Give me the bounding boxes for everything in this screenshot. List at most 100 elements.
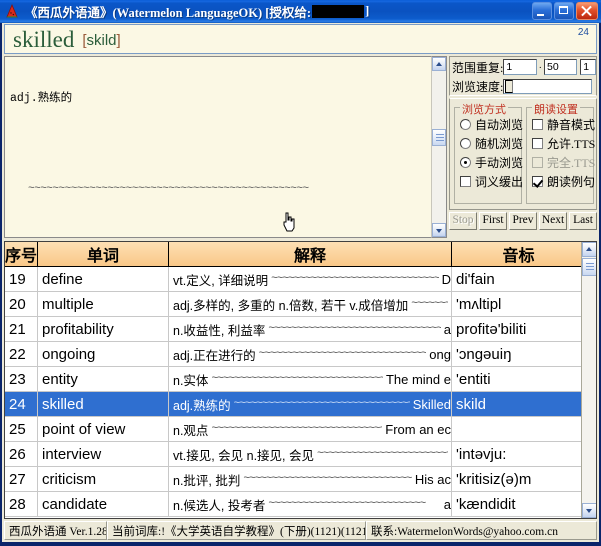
cell-phonetic: skild [452,392,586,417]
checkbox-allow-tts-icon[interactable] [532,138,543,149]
table-row[interactable]: 26 interview vt.接见, 会见 n.接见, 会见 ~~~~~~~~… [5,442,586,467]
cell-word: point of view [38,417,169,442]
range-to-input[interactable]: 50 [544,59,577,75]
option-delayed-meaning[interactable]: 词义缓出 [460,172,521,191]
first-button[interactable]: First [479,212,507,230]
table-row[interactable]: 25 point of view n.观点 ~~~~~~~~~~~~~~~~~~… [5,417,586,442]
last-button[interactable]: Last [569,212,597,230]
definition-pos: adj.熟练的 [10,91,447,106]
definition-text: adj.熟练的 ~~~~~~~~~~~~~~~~~~~~~~~~~~~~~~~~… [5,57,447,238]
licensee-redacted [312,5,364,18]
status-dictionary: 当前词库:!《大学英语自学教程》(下册)(1121)(1121,1-1121).… [107,521,366,540]
cell-explain-squiggle: ~~~~~~~~~~~~~~~~~~ [411,298,448,310]
table-scrollbar[interactable] [581,242,596,518]
cell-explain-example: Skilled [413,397,451,412]
radio-auto-browse-icon[interactable] [460,119,471,130]
headword-phonetic: [skild] [82,32,120,49]
option-full-tts-label: 完全.TTS [547,154,595,171]
phonetic-value: skild [87,32,117,49]
speed-slider[interactable] [503,79,592,94]
options-group: 浏览方式 自动浏览 随机浏览 手动浏览 [449,98,597,210]
headword-index-count: 24 [578,27,589,38]
cell-no: 24 [5,392,38,417]
table-row[interactable]: 20 multiple adj.多样的, 多重的 n.倍数, 若干 v.成倍增加… [5,292,586,317]
cell-explain-cn: vt.接见, 会见 n.接见, 会见 [173,445,314,464]
table-scroll-down-icon[interactable] [582,503,597,518]
option-random-browse[interactable]: 随机浏览 [460,134,521,153]
definition-panel[interactable]: adj.熟练的 ~~~~~~~~~~~~~~~~~~~~~~~~~~~~~~~~… [4,56,447,238]
scroll-up-icon[interactable] [432,57,446,71]
cell-phonetic: 'intəvju: [452,442,586,467]
option-allow-tts[interactable]: 允许.TTS [532,134,593,153]
cell-explain-squiggle: ~~~~~~~~~~~~~~~~~~~~~~~~~~~~~~~ [243,473,412,485]
close-button[interactable] [576,2,598,20]
column-header-word[interactable]: 单词 [38,242,169,267]
window-controls [532,2,598,20]
speech-settings-groupbox: 朗读设置 静音模式 允许.TTS 完全.TTS [526,107,594,204]
next-button[interactable]: Next [539,212,567,230]
speed-label: 浏览速度: [452,78,503,95]
range-repeat-row: 范围重复: 1 · 50 1 [452,58,596,76]
checkbox-read-examples-icon[interactable] [532,176,543,187]
scroll-down-icon[interactable] [432,223,446,237]
app-window: 《西瓜外语通》(Watermelon LanguageOK) [授权给: ] s… [0,0,601,546]
definition-scrollbar[interactable] [431,56,447,238]
option-manual-browse-label: 手动浏览 [475,154,523,171]
headword-bar: skilled [skild] 24 [4,24,597,54]
table-row[interactable]: 27 criticism n.批评, 批判 ~~~~~~~~~~~~~~~~~~… [5,467,586,492]
maximize-button[interactable] [554,2,574,20]
cell-explain-squiggle: ~~~~~~~~~~~~~~~~~~~~~~~~ [317,448,448,460]
cell-explain-example: a [444,497,451,512]
cell-word: candidate [38,492,169,517]
option-manual-browse[interactable]: 手动浏览 [460,153,521,172]
table-row[interactable]: 19 define vt.定义, 详细说明 ~~~~~~~~~~~~~~~~~~… [5,267,586,292]
speed-slider-thumb[interactable] [505,80,513,93]
table-row[interactable]: 28 candidate n.候选人, 投考者 ~~~~~~~~~~~~~~~~… [5,492,586,517]
table-row[interactable]: 21 profitability n.收益性, 利益率 ~~~~~~~~~~~~… [5,317,586,342]
option-mute-mode-label: 静音模式 [547,116,595,133]
browse-mode-title: 浏览方式 [460,101,508,117]
column-header-no[interactable]: 序号 [5,242,38,267]
cell-explain-example: The mind e [386,372,451,387]
cell-word: entity [38,367,169,392]
option-auto-browse[interactable]: 自动浏览 [460,115,521,134]
range-times-input[interactable]: 1 [580,59,596,75]
option-read-examples[interactable]: 朗读例句 [532,172,593,191]
minimize-button[interactable] [532,2,552,20]
column-header-explain[interactable]: 解释 [169,242,452,267]
control-panel: 范围重复: 1 · 50 1 浏览速度: 浏览方式 [449,56,597,238]
headword-text: skilled [13,28,74,51]
word-table[interactable]: 序号 单词 解释 音标 19 define vt.定义, 详细说明 ~~~~~~… [4,241,597,519]
cell-explain: n.收益性, 利益率 ~~~~~~~~~~~~~~~~~~~~~~~~~~~~~… [169,317,452,342]
cell-phonetic: 'entiti [452,367,586,392]
cell-no: 27 [5,467,38,492]
range-speed-group: 范围重复: 1 · 50 1 浏览速度: [449,56,597,96]
definition-scroll-thumb[interactable] [432,129,446,146]
table-scroll-up-icon[interactable] [582,242,597,257]
cell-no: 19 [5,267,38,292]
cell-phonetic [452,417,586,442]
radio-random-browse-icon[interactable] [460,138,471,149]
title-bar: 《西瓜外语通》(Watermelon LanguageOK) [授权给: ] [0,0,601,23]
column-header-phonetic[interactable]: 音标 [452,242,586,267]
table-row-selected[interactable]: 24 skilled adj.熟练的 ~~~~~~~~~~~~~~~~~~~~~… [5,392,586,417]
speech-settings-title: 朗读设置 [532,101,580,117]
prev-button[interactable]: Prev [509,212,537,230]
radio-manual-browse-icon[interactable] [460,157,471,168]
cell-phonetic: profitə'biliti [452,317,586,342]
table-row[interactable]: 22 ongoing adj.正在进行的 ~~~~~~~~~~~~~~~~~~~… [5,342,586,367]
table-scroll-thumb[interactable] [582,258,597,276]
cell-word: profitability [38,317,169,342]
checkbox-delayed-meaning-icon[interactable] [460,176,471,187]
option-random-browse-label: 随机浏览 [475,135,523,152]
range-from-input[interactable]: 1 [503,59,536,75]
option-mute-mode[interactable]: 静音模式 [532,115,593,134]
checkbox-mute-mode-icon[interactable] [532,119,543,130]
cell-explain-squiggle: ~~~~~~~~~~~~~~~~~~~~~~~~~~~~~~~~~~~ [259,348,427,360]
cell-explain: adj.多样的, 多重的 n.倍数, 若干 v.成倍增加 ~~~~~~~~~~~… [169,292,452,317]
cell-no: 20 [5,292,38,317]
range-repeat-label: 范围重复: [452,59,503,76]
cell-no: 26 [5,442,38,467]
table-row[interactable]: 23 entity n.实体 ~~~~~~~~~~~~~~~~~~~~~~~~~… [5,367,586,392]
status-bar: 西瓜外语通 Ver.1.28 当前词库:!《大学英语自学教程》(下册)(1121… [4,521,597,540]
